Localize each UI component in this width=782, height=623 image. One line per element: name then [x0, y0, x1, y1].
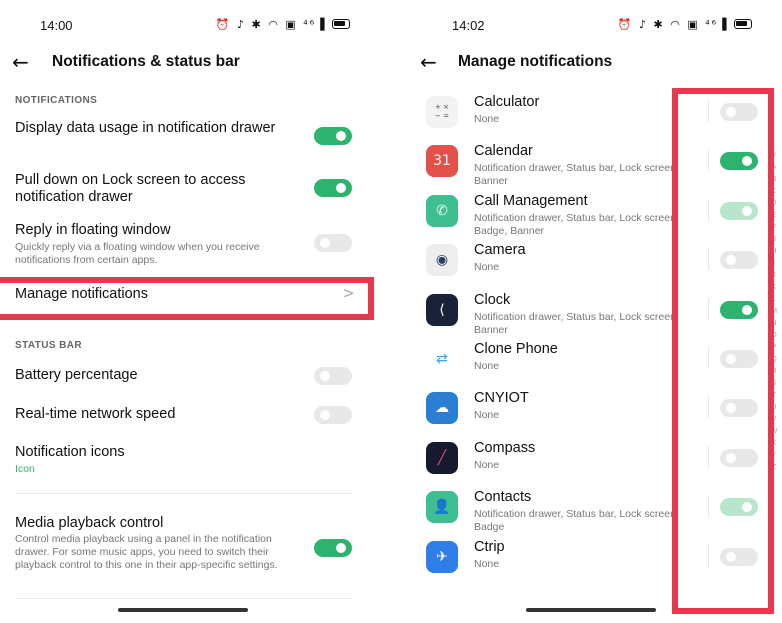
row-title: Reply in floating window — [15, 222, 171, 238]
row-subtitle: Icon — [15, 463, 35, 475]
camera-icon: ◉ — [426, 244, 458, 276]
phone-icon: ✆ — [426, 195, 458, 227]
home-indicator[interactable] — [118, 608, 248, 612]
back-arrow-icon[interactable]: ← — [12, 50, 29, 74]
app-notification-summary: Notification drawer, Status bar, Lock sc… — [474, 311, 679, 336]
section-label-status-bar: STATUS BAR — [15, 340, 82, 351]
status-bar: 14:00 ⏰ ♪ ✱ ◠ ▣ ⁴⁶▐ — [0, 16, 380, 36]
row-title: Pull down on Lock screen to access notif… — [15, 172, 246, 205]
row-display-data-usage[interactable]: Display data usage in notification drawe… — [0, 118, 380, 154]
row-battery-percentage[interactable]: Battery percentage — [0, 364, 380, 388]
cnyiot-icon: ☁ — [426, 392, 458, 424]
clone-phone-icon: ⇄ — [426, 343, 458, 375]
row-notification-icons[interactable]: Notification icons Icon — [0, 442, 380, 478]
row-title: Real-time network speed — [15, 406, 176, 422]
ctrip-icon: ✈ — [426, 541, 458, 573]
toggle-network-speed[interactable] — [314, 406, 352, 424]
status-icons-glyphs: ⏰ ♪ ✱ ◠ ▣ ⁴⁶▐ — [617, 18, 729, 31]
page-title: Manage notifications — [458, 53, 613, 70]
status-icons-glyphs: ⏰ ♪ ✱ ◠ ▣ ⁴⁶▐ — [215, 18, 327, 31]
highlight-box — [0, 277, 374, 320]
app-name: Camera — [474, 242, 526, 258]
battery-icon — [734, 19, 752, 29]
app-name: Calculator — [474, 94, 540, 110]
row-subtitle: Control media playback using a panel in … — [15, 533, 278, 571]
toggle-reply-floating-window[interactable] — [314, 234, 352, 252]
app-name: Ctrip — [474, 539, 505, 555]
divider — [15, 598, 352, 599]
app-notification-summary: Notification drawer, Status bar, Lock sc… — [474, 212, 679, 237]
row-title: Notification icons — [15, 444, 125, 460]
app-notification-summary: Notification drawer, Status bar, Lock sc… — [474, 162, 679, 187]
compass-icon: ╱ — [426, 442, 458, 474]
calculator-icon: + × − = — [426, 96, 458, 128]
row-title: Display data usage in notification drawe… — [15, 120, 276, 136]
app-notification-summary: None — [474, 558, 500, 570]
row-title: Battery percentage — [15, 367, 138, 383]
toggle-pull-down-lock-screen[interactable] — [314, 179, 352, 197]
home-indicator[interactable] — [526, 608, 656, 612]
clock-icon: ⟨ — [426, 294, 458, 326]
calendar-icon: 31 — [426, 145, 458, 177]
row-pull-down-lock-screen[interactable]: Pull down on Lock screen to access notif… — [0, 170, 380, 206]
app-name: Calendar — [474, 143, 533, 159]
row-reply-floating-window[interactable]: Reply in floating window Quickly reply v… — [0, 221, 380, 267]
toggle-media-playback-control[interactable] — [314, 539, 352, 557]
app-name: Clone Phone — [474, 341, 558, 357]
status-time: 14:00 — [40, 18, 73, 33]
app-notification-summary: Notification drawer, Status bar, Lock sc… — [474, 508, 679, 533]
toggle-battery-percentage[interactable] — [314, 367, 352, 385]
status-time: 14:02 — [452, 18, 485, 33]
app-bar: ← Notifications & status bar — [0, 50, 380, 76]
status-icons: ⏰ ♪ ✱ ◠ ▣ ⁴⁶▐ — [618, 18, 752, 31]
status-icons: ⏰ ♪ ✱ ◠ ▣ ⁴⁶▐ — [216, 18, 350, 31]
app-name: Clock — [474, 292, 511, 308]
manage-notifications-screen: 14:02 ⏰ ♪ ✱ ◠ ▣ ⁴⁶▐ ← Manage notificatio… — [398, 0, 782, 623]
app-name: Call Management — [474, 193, 588, 209]
page-title: Notifications & status bar — [52, 53, 240, 70]
back-arrow-icon[interactable]: ← — [420, 50, 437, 74]
notifications-status-bar-screen: 14:00 ⏰ ♪ ✱ ◠ ▣ ⁴⁶▐ ← Notifications & st… — [0, 0, 380, 623]
row-title: Media playback control — [15, 515, 164, 531]
row-network-speed[interactable]: Real-time network speed — [0, 403, 380, 427]
app-name: Compass — [474, 440, 536, 456]
status-bar: 14:02 ⏰ ♪ ✱ ◠ ▣ ⁴⁶▐ — [398, 16, 782, 36]
app-notification-summary: None — [474, 113, 500, 125]
battery-icon — [332, 19, 350, 29]
toggle-display-data-usage[interactable] — [314, 127, 352, 145]
app-name: Contacts — [474, 489, 532, 505]
app-notification-summary: None — [474, 459, 500, 471]
app-notification-summary: None — [474, 360, 500, 372]
row-media-playback-control[interactable]: Media playback control Control media pla… — [0, 513, 380, 585]
app-notification-summary: None — [474, 261, 500, 273]
contacts-icon: 👤 — [426, 491, 458, 523]
app-notification-summary: None — [474, 409, 500, 421]
app-name: CNYIOT — [474, 390, 529, 406]
app-bar: ← Manage notifications — [398, 50, 782, 76]
highlight-box — [672, 88, 774, 614]
section-label-notifications: NOTIFICATIONS — [15, 95, 98, 106]
row-subtitle: Quickly reply via a floating window when… — [15, 241, 260, 266]
divider — [15, 493, 352, 494]
